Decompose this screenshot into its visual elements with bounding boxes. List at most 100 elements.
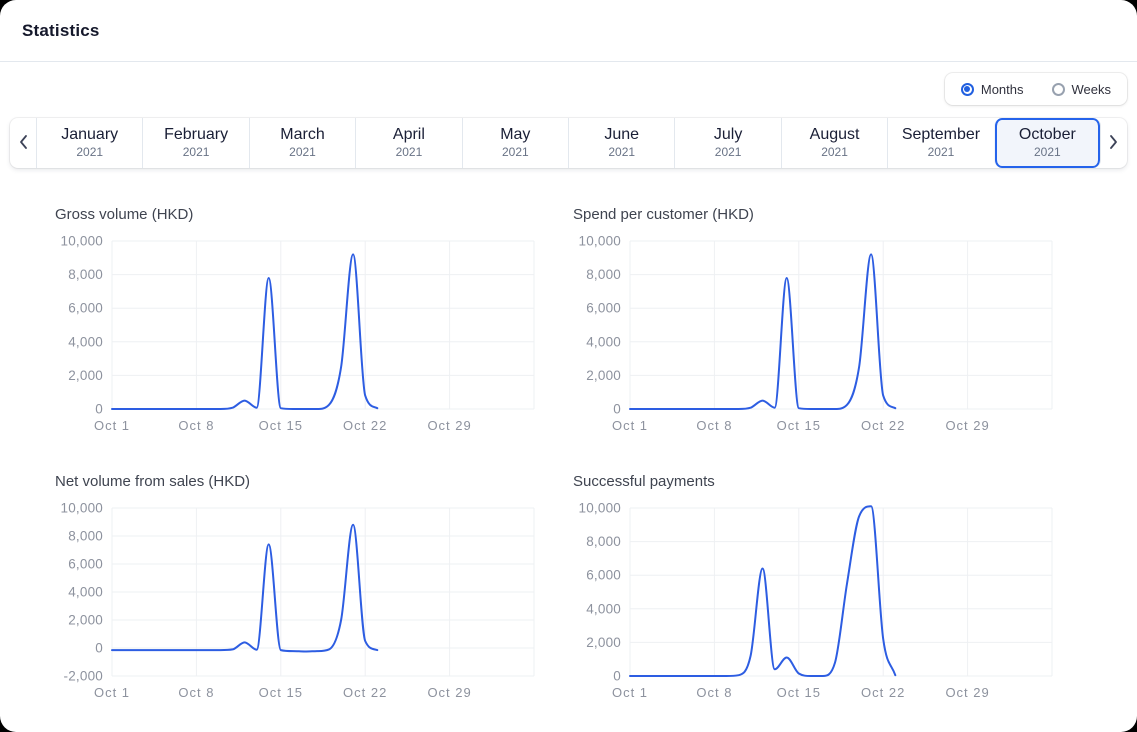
page-title: Statistics bbox=[22, 21, 100, 41]
tab-october[interactable]: October 2021 bbox=[994, 118, 1101, 168]
chart-block: Spend per customer (HKD)02,0004,0006,000… bbox=[573, 206, 1053, 439]
tab-april[interactable]: April 2021 bbox=[355, 118, 461, 168]
charts-grid: Gross volume (HKD) 0 2,000 4,000 6,000 8,000 1… bbox=[0, 168, 1137, 706]
tab-year-label: 2021 bbox=[396, 146, 423, 160]
tab-year-label: 2021 bbox=[821, 146, 848, 160]
tab-month-label: August bbox=[810, 126, 860, 144]
tab-june[interactable]: June 2021 bbox=[568, 118, 674, 168]
chart-line bbox=[630, 506, 895, 676]
y-axis-label: 8,000 bbox=[586, 267, 621, 282]
chart-line bbox=[630, 254, 895, 409]
x-axis-label: Oct 15 bbox=[777, 418, 821, 433]
x-axis-label: Oct 29 bbox=[945, 685, 989, 700]
month-tab-strip: January 2021 February 2021 March 2021 April 202… bbox=[10, 118, 1127, 168]
radio-unselected-icon[interactable] bbox=[1052, 83, 1065, 96]
y-axis-label: 6,000 bbox=[586, 568, 621, 583]
y-axis-label: 0 bbox=[95, 402, 103, 417]
x-axis-label: Oct 1 bbox=[94, 418, 130, 433]
prev-months-button[interactable] bbox=[10, 118, 36, 168]
x-axis-label: Oct 22 bbox=[343, 685, 387, 700]
tab-july[interactable]: July 2021 bbox=[674, 118, 780, 168]
toolbar: Months Weeks bbox=[0, 62, 1137, 118]
chart-line bbox=[112, 254, 377, 409]
x-axis-label: Oct 15 bbox=[259, 685, 303, 700]
radio-months-label: Months bbox=[981, 82, 1024, 97]
radio-weeks[interactable]: Weeks bbox=[1052, 82, 1112, 97]
x-axis-label: Oct 22 bbox=[343, 418, 387, 433]
chart-block: Gross volume (HKD) 0 2,000 4,000 6,000 8,000 1… bbox=[55, 206, 535, 439]
y-axis-label: 8,000 bbox=[586, 534, 621, 549]
x-axis-label: Oct 15 bbox=[777, 685, 821, 700]
tab-may[interactable]: May 2021 bbox=[462, 118, 568, 168]
x-axis-label: Oct 8 bbox=[696, 685, 732, 700]
tab-september[interactable]: September 2021 bbox=[887, 118, 993, 168]
chart-title: Gross volume (HKD) bbox=[55, 206, 535, 223]
chevron-left-icon bbox=[18, 134, 28, 153]
y-axis-label: 4,000 bbox=[586, 601, 621, 616]
tab-month-label: September bbox=[902, 126, 980, 144]
y-axis-label: 6,000 bbox=[586, 301, 621, 316]
y-axis-label: 4,000 bbox=[68, 585, 103, 600]
chart-title: Net volume from sales (HKD) bbox=[55, 473, 535, 490]
radio-selected-icon[interactable] bbox=[961, 83, 974, 96]
tab-august[interactable]: August 2021 bbox=[781, 118, 887, 168]
tab-january[interactable]: January 2021 bbox=[36, 118, 142, 168]
x-axis-label: Oct 29 bbox=[427, 685, 471, 700]
tab-march[interactable]: March 2021 bbox=[249, 118, 355, 168]
statistics-window: Statistics Months Weeks January2021Febru… bbox=[0, 0, 1137, 732]
y-axis-label: 10,000 bbox=[61, 501, 104, 516]
y-axis-label: 4,000 bbox=[68, 334, 103, 349]
y-axis-label: 8,000 bbox=[68, 267, 103, 282]
tab-year-label: 2021 bbox=[928, 146, 955, 160]
y-axis-label: -2,000 bbox=[64, 669, 103, 684]
y-axis-label: 2,000 bbox=[68, 368, 103, 383]
chart-block: Successful payments02,0004,0006,0008,000… bbox=[573, 473, 1053, 706]
tab-month-label: March bbox=[280, 126, 324, 144]
x-axis-label: Oct 29 bbox=[945, 418, 989, 433]
y-axis-label: 8,000 bbox=[68, 529, 103, 544]
tab-month-label: February bbox=[164, 126, 228, 144]
tab-month-label: October bbox=[1019, 126, 1076, 144]
x-axis-label: Oct 15 bbox=[259, 418, 303, 433]
tab-month-label: January bbox=[61, 126, 118, 144]
tab-year-label: 2021 bbox=[289, 146, 316, 160]
y-axis-label: 6,000 bbox=[68, 557, 103, 572]
x-axis-label: Oct 1 bbox=[612, 685, 648, 700]
y-axis-label: 0 bbox=[95, 641, 103, 656]
tab-year-label: 2021 bbox=[76, 146, 103, 160]
x-axis-label: Oct 22 bbox=[861, 685, 905, 700]
tab-month-label: June bbox=[604, 126, 639, 144]
x-axis-label: Oct 8 bbox=[178, 418, 214, 433]
tab-year-label: 2021 bbox=[183, 146, 210, 160]
chart-plot: 02,0004,0006,0008,00010,000Oct 1Oct 8Oct… bbox=[573, 228, 1053, 434]
tab-february[interactable]: February 2021 bbox=[142, 118, 248, 168]
tab-month-label: May bbox=[500, 126, 530, 144]
tab-year-label: 2021 bbox=[1034, 146, 1061, 160]
y-axis-label: 6,000 bbox=[68, 301, 103, 316]
tab-year-label: 2021 bbox=[608, 146, 635, 160]
radio-months[interactable]: Months bbox=[961, 82, 1024, 97]
period-toggle-group: Months Weeks bbox=[945, 73, 1127, 105]
next-months-button[interactable] bbox=[1101, 118, 1127, 168]
chart-title: Successful payments bbox=[573, 473, 1053, 490]
y-axis-label: 4,000 bbox=[586, 334, 621, 349]
tab-month-label: July bbox=[714, 126, 742, 144]
header: Statistics bbox=[0, 0, 1137, 62]
x-axis-label: Oct 29 bbox=[427, 418, 471, 433]
tab-year-label: 2021 bbox=[502, 146, 529, 160]
tab-month-label: April bbox=[393, 126, 425, 144]
y-axis-label: 2,000 bbox=[586, 368, 621, 383]
tab-year-label: 2021 bbox=[715, 146, 742, 160]
x-axis-label: Oct 1 bbox=[612, 418, 648, 433]
x-axis-label: Oct 22 bbox=[861, 418, 905, 433]
chart-title: Spend per customer (HKD) bbox=[573, 206, 1053, 223]
chart-plot: 0 2,000 4,000 6,000 8,000 10,000 Oct 1 Oct 8 Oct… bbox=[55, 228, 535, 434]
radio-weeks-label: Weeks bbox=[1072, 82, 1112, 97]
chart-plot: 02,0004,0006,0008,00010,000Oct 1Oct 8Oct… bbox=[573, 495, 1053, 701]
x-axis-label: Oct 1 bbox=[94, 685, 130, 700]
x-axis-label: Oct 8 bbox=[696, 418, 732, 433]
x-axis-label: Oct 8 bbox=[178, 685, 214, 700]
y-axis-label: 10,000 bbox=[61, 234, 104, 249]
y-axis-label: 2,000 bbox=[586, 635, 621, 650]
y-axis-label: 10,000 bbox=[579, 501, 622, 516]
